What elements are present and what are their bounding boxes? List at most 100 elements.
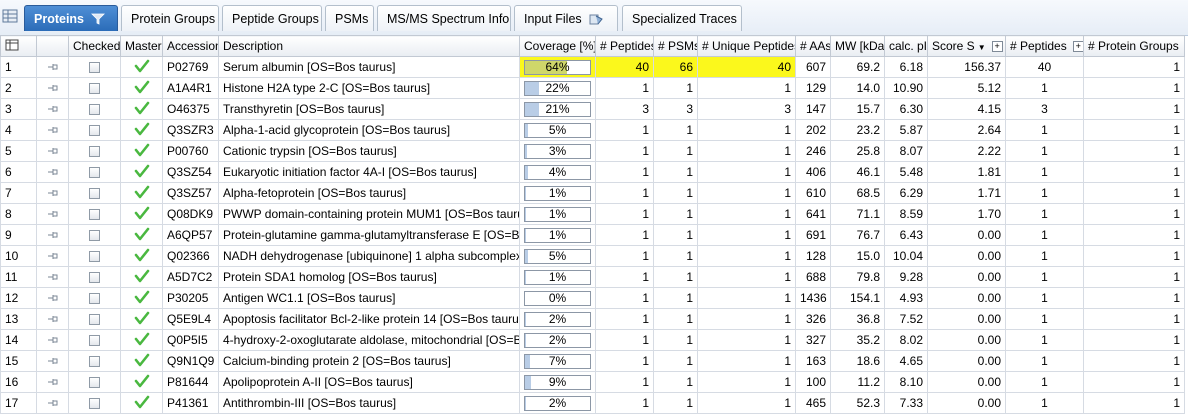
checkbox[interactable] bbox=[89, 125, 100, 137]
pin-icon[interactable] bbox=[36, 56, 69, 78]
checkbox[interactable] bbox=[89, 62, 100, 74]
checkbox[interactable] bbox=[89, 293, 100, 305]
header-peptides-2[interactable]: # Peptides + bbox=[1005, 35, 1084, 57]
checkbox[interactable] bbox=[89, 251, 100, 263]
table-row[interactable]: 8 Q08DK9 PWWP domain-containing protein MU… bbox=[0, 203, 1185, 225]
checked-checkbox[interactable] bbox=[68, 287, 121, 309]
header-checked[interactable]: Checked bbox=[68, 35, 121, 57]
pin-icon[interactable] bbox=[36, 266, 69, 288]
tab-protein-groups[interactable]: Protein Groups bbox=[121, 5, 219, 31]
pin-icon[interactable] bbox=[36, 182, 69, 204]
pin-icon[interactable] bbox=[36, 350, 69, 372]
checked-checkbox[interactable] bbox=[68, 182, 121, 204]
header-mw[interactable]: MW [kDa] bbox=[830, 35, 885, 57]
table-row[interactable]: 2 A1A4R1 Histone H2A type 2-C [OS=Bos taur… bbox=[0, 77, 1185, 99]
checkbox[interactable] bbox=[89, 188, 100, 200]
checked-checkbox[interactable] bbox=[68, 140, 121, 162]
pin-icon[interactable] bbox=[36, 371, 69, 393]
checkbox[interactable] bbox=[89, 335, 100, 347]
expand-icon[interactable]: + bbox=[991, 41, 1003, 53]
header-accession[interactable]: Accession bbox=[162, 35, 219, 57]
table-row[interactable]: 10 Q02366 NADH dehydrogenase [ubiquinone] … bbox=[0, 245, 1185, 267]
header-unique-peptides[interactable]: # Unique Peptides bbox=[697, 35, 796, 57]
tab-proteins[interactable]: Proteins bbox=[24, 5, 118, 31]
table-row[interactable]: 4 Q3SZR3 Alpha-1-acid glycoprotein [OS=Bos… bbox=[0, 119, 1185, 141]
checked-checkbox[interactable] bbox=[68, 203, 121, 225]
table-row[interactable]: 15 Q9N1Q9 Calcium-binding protein 2 [OS=Bo… bbox=[0, 350, 1185, 372]
header-coverage[interactable]: Coverage [%] bbox=[519, 35, 596, 57]
checked-checkbox[interactable] bbox=[68, 266, 121, 288]
header-description[interactable]: Description bbox=[218, 35, 520, 57]
pin-icon[interactable] bbox=[36, 161, 69, 183]
checked-checkbox[interactable] bbox=[68, 98, 121, 120]
table-row[interactable]: 14 Q0P5I5 4-hydroxy-2-oxoglutarate aldolas… bbox=[0, 329, 1185, 351]
checked-checkbox[interactable] bbox=[68, 371, 121, 393]
table-row[interactable]: 11 A5D7C2 Protein SDA1 homolog [OS=Bos tau… bbox=[0, 266, 1185, 288]
pin-icon[interactable] bbox=[36, 224, 69, 246]
checked-checkbox[interactable] bbox=[68, 350, 121, 372]
checkbox[interactable] bbox=[89, 377, 100, 389]
checkbox[interactable] bbox=[89, 209, 100, 221]
column-chooser[interactable] bbox=[0, 35, 37, 57]
checkbox[interactable] bbox=[89, 356, 100, 368]
header-protein-groups[interactable]: # Protein Groups bbox=[1083, 35, 1185, 57]
tab-peptide-groups[interactable]: Peptide Groups bbox=[222, 5, 322, 31]
checkbox[interactable] bbox=[89, 272, 100, 284]
tab-msms-spectrum-info[interactable]: MS/MS Spectrum Info bbox=[377, 5, 511, 31]
tab-specialized-traces[interactable]: Specialized Traces bbox=[622, 5, 742, 31]
pin-icon[interactable] bbox=[36, 77, 69, 99]
tab-psms[interactable]: PSMs bbox=[325, 5, 374, 31]
checked-checkbox[interactable] bbox=[68, 77, 121, 99]
coverage-cell: 1% bbox=[519, 203, 596, 225]
header-master[interactable]: Master bbox=[120, 35, 163, 57]
calc-pi-cell: 9.28 bbox=[884, 266, 928, 288]
checkbox[interactable] bbox=[89, 83, 100, 95]
column-chooser-icon[interactable] bbox=[5, 39, 19, 54]
pin-icon[interactable] bbox=[36, 308, 69, 330]
table-row[interactable]: 17 P41361 Antithrombin-III [OS=Bos taurus]… bbox=[0, 392, 1185, 414]
table-row[interactable]: 1 P02769 Serum albumin [OS=Bos taurus] 64% 4… bbox=[0, 56, 1185, 78]
pin-icon[interactable] bbox=[36, 392, 69, 414]
pin-icon[interactable] bbox=[36, 119, 69, 141]
table-row[interactable]: 16 P81644 Apolipoprotein A-II [OS=Bos taur… bbox=[0, 371, 1185, 393]
checked-checkbox[interactable] bbox=[68, 329, 121, 351]
expand-icon[interactable]: + bbox=[1072, 41, 1083, 53]
psms-cell: 1 bbox=[653, 161, 698, 183]
table-row[interactable]: 7 Q3SZ57 Alpha-fetoprotein [OS=Bos taurus]… bbox=[0, 182, 1185, 204]
protein-groups-cell: 1 bbox=[1083, 245, 1185, 267]
checked-checkbox[interactable] bbox=[68, 245, 121, 267]
table-row[interactable]: 3 O46375 Transthyretin [OS=Bos taurus] 21% 3… bbox=[0, 98, 1185, 120]
pin-icon[interactable] bbox=[36, 140, 69, 162]
checked-checkbox[interactable] bbox=[68, 161, 121, 183]
checkbox[interactable] bbox=[89, 146, 100, 158]
checkbox[interactable] bbox=[89, 230, 100, 242]
checked-checkbox[interactable] bbox=[68, 224, 121, 246]
checked-checkbox[interactable] bbox=[68, 56, 121, 78]
checkbox[interactable] bbox=[89, 104, 100, 116]
pin-icon[interactable] bbox=[36, 287, 69, 309]
pin-icon[interactable] bbox=[36, 245, 69, 267]
peptides-2-cell: 1 bbox=[1005, 161, 1084, 183]
table-row[interactable]: 5 P00760 Cationic trypsin [OS=Bos taurus] 3… bbox=[0, 140, 1185, 162]
header-psms[interactable]: # PSMs bbox=[653, 35, 698, 57]
table-row[interactable]: 13 Q5E9L4 Apoptosis facilitator Bcl-2-like… bbox=[0, 308, 1185, 330]
header-aas[interactable]: # AAs bbox=[795, 35, 831, 57]
header-score[interactable]: Score S ▼ + bbox=[927, 35, 1006, 57]
table-row[interactable]: 12 P30205 Antigen WC1.1 [OS=Bos taurus] 0% 1… bbox=[0, 287, 1185, 309]
header-calc-pi[interactable]: calc. pI bbox=[884, 35, 928, 57]
checkbox[interactable] bbox=[89, 398, 100, 410]
table-row[interactable]: 6 Q3SZ54 Eukaryotic initiation factor 4A-I… bbox=[0, 161, 1185, 183]
checkbox[interactable] bbox=[89, 167, 100, 179]
pin-icon[interactable] bbox=[36, 203, 69, 225]
tab-input-files[interactable]: Input Files bbox=[514, 5, 618, 31]
header-peptides[interactable]: # Peptides bbox=[595, 35, 654, 57]
coverage-value: 1% bbox=[548, 227, 567, 242]
pin-icon[interactable] bbox=[36, 98, 69, 120]
pin-icon[interactable] bbox=[36, 329, 69, 351]
table-row[interactable]: 9 A6QP57 Protein-glutamine gamma-glutamylt… bbox=[0, 224, 1185, 246]
checked-checkbox[interactable] bbox=[68, 392, 121, 414]
grid-icon[interactable] bbox=[2, 9, 18, 26]
checked-checkbox[interactable] bbox=[68, 119, 121, 141]
checkbox[interactable] bbox=[89, 314, 100, 326]
checked-checkbox[interactable] bbox=[68, 308, 121, 330]
